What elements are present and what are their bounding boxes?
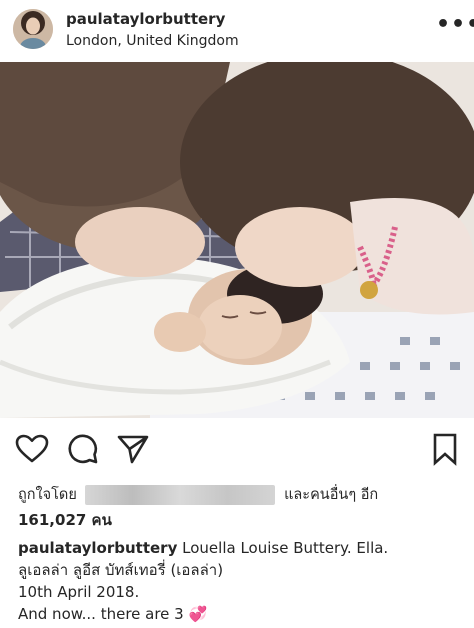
likes-count[interactable]: 161,027 คน	[18, 508, 112, 532]
caption-line-2: ลูเอลล่า ลูอีส บัทส์เทอรี่ (เอลล่า)	[18, 561, 224, 579]
blurred-username	[85, 485, 276, 505]
comment-icon[interactable]	[66, 432, 100, 466]
caption-line-4: And now... there are 3	[18, 605, 184, 623]
caption-line-3: 10th April 2018.	[18, 583, 140, 601]
likes-suffix: และคนอื่นๆ อีก	[284, 487, 379, 503]
more-options-icon[interactable]: •••	[436, 12, 474, 37]
post-caption: paulataylorbuttery Louella Louise Butter…	[18, 537, 463, 625]
likes-prefix: ถูกใจโดย	[18, 487, 77, 503]
post-username[interactable]: paulataylorbuttery	[66, 10, 225, 28]
likes-line: ถูกใจโดย และคนอื่นๆ อีก	[18, 483, 378, 506]
caption-line-1: Louella Louise Buttery. Ella.	[177, 539, 389, 557]
post-header: paulataylorbuttery London, United Kingdo…	[0, 0, 474, 62]
bookmark-icon[interactable]	[428, 432, 462, 466]
share-icon[interactable]	[116, 432, 150, 466]
avatar[interactable]	[13, 9, 53, 49]
two-hearts-icon: 💞	[188, 605, 208, 623]
caption-username[interactable]: paulataylorbuttery	[18, 539, 177, 557]
action-bar	[0, 428, 474, 468]
post-location[interactable]: London, United Kingdom	[66, 33, 239, 49]
post-photo[interactable]	[0, 62, 474, 418]
heart-icon[interactable]	[15, 432, 49, 466]
